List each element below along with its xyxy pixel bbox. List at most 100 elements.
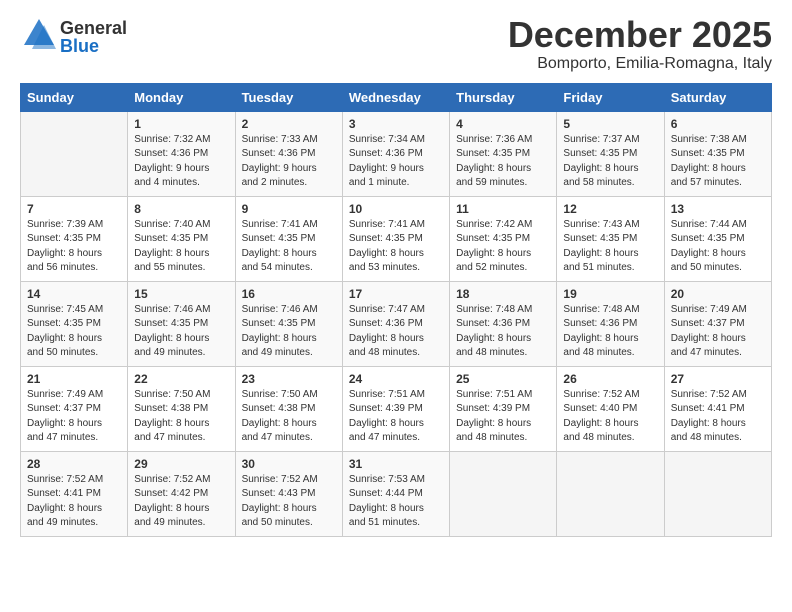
table-row: 16 Sunrise: 7:46 AMSunset: 4:35 PMDayligh… xyxy=(235,281,342,366)
day-info: Sunrise: 7:45 AMSunset: 4:35 PMDaylight:… xyxy=(27,303,121,361)
day-number: 4 xyxy=(456,117,550,131)
title-block: December 2025 Bomporto, Emilia-Romagna, … xyxy=(508,15,772,73)
table-row: 1Sunrise: 7:32 AMSunset: 4:36 PMDaylight… xyxy=(128,111,235,196)
table-row: 15 Sunrise: 7:46 AMSunset: 4:35 PMDayligh… xyxy=(128,281,235,366)
col-tuesday: Tuesday xyxy=(235,83,342,111)
day-info: Sunrise: 7:49 AMSunset: 4:37 PMDaylight:… xyxy=(27,388,121,446)
table-row xyxy=(21,111,128,196)
day-number: 28 xyxy=(27,457,121,471)
day-number: 24 xyxy=(349,372,443,386)
col-friday: Friday xyxy=(557,83,664,111)
logo: General Blue xyxy=(20,15,127,58)
day-info: Sunrise: 7:46 AMSunset: 4:35 PMDaylight:… xyxy=(242,303,336,361)
day-info: Sunrise: 7:52 AMSunset: 4:41 PMDaylight:… xyxy=(27,473,121,531)
col-sunday: Sunday xyxy=(21,83,128,111)
table-row: 28 Sunrise: 7:52 AMSunset: 4:41 PMDayligh… xyxy=(21,451,128,536)
day-info: Sunrise: 7:41 AMSunset: 4:35 PMDaylight:… xyxy=(242,218,336,276)
day-info: Sunrise: 7:36 AMSunset: 4:35 PMDaylight:… xyxy=(456,133,550,191)
day-info: Sunrise: 7:48 AMSunset: 4:36 PMDaylight:… xyxy=(456,303,550,361)
table-row: 20 Sunrise: 7:49 AMSunset: 4:37 PMDayligh… xyxy=(664,281,771,366)
day-info: Sunrise: 7:33 AMSunset: 4:36 PMDaylight:… xyxy=(242,133,336,191)
table-row: 11Sunrise: 7:42 AMSunset: 4:35 PMDayligh… xyxy=(450,196,557,281)
table-row xyxy=(664,451,771,536)
day-number: 15 xyxy=(134,287,228,301)
day-info: Sunrise: 7:52 AMSunset: 4:41 PMDaylight:… xyxy=(671,388,765,446)
table-row: 31 Sunrise: 7:53 AMSunset: 4:44 PMDayligh… xyxy=(342,451,449,536)
day-number: 1 xyxy=(134,117,228,131)
table-row: 30 Sunrise: 7:52 AMSunset: 4:43 PMDayligh… xyxy=(235,451,342,536)
calendar-week-row: 7 Sunrise: 7:39 AMSunset: 4:35 PMDaylight… xyxy=(21,196,772,281)
logo-icon xyxy=(20,15,58,58)
day-info: Sunrise: 7:52 AMSunset: 4:42 PMDaylight:… xyxy=(134,473,228,531)
calendar-table: Sunday Monday Tuesday Wednesday Thursday… xyxy=(20,83,772,537)
day-number: 7 xyxy=(27,202,121,216)
page-container: General Blue December 2025 Bomporto, Emi… xyxy=(0,0,792,547)
table-row xyxy=(450,451,557,536)
day-info: Sunrise: 7:39 AMSunset: 4:35 PMDaylight:… xyxy=(27,218,121,276)
day-number: 14 xyxy=(27,287,121,301)
table-row: 3 Sunrise: 7:34 AMSunset: 4:36 PMDaylight… xyxy=(342,111,449,196)
day-number: 31 xyxy=(349,457,443,471)
col-saturday: Saturday xyxy=(664,83,771,111)
logo-blue-text: Blue xyxy=(60,37,127,55)
day-info: Sunrise: 7:37 AMSunset: 4:35 PMDaylight:… xyxy=(563,133,657,191)
day-info: Sunrise: 7:50 AMSunset: 4:38 PMDaylight:… xyxy=(134,388,228,446)
calendar-week-row: 21 Sunrise: 7:49 AMSunset: 4:37 PMDayligh… xyxy=(21,366,772,451)
day-info: Sunrise: 7:48 AMSunset: 4:36 PMDaylight:… xyxy=(563,303,657,361)
day-number: 17 xyxy=(349,287,443,301)
day-info: Sunrise: 7:41 AMSunset: 4:35 PMDaylight:… xyxy=(349,218,443,276)
table-row: 26 Sunrise: 7:52 AMSunset: 4:40 PMDayligh… xyxy=(557,366,664,451)
day-number: 25 xyxy=(456,372,550,386)
day-number: 26 xyxy=(563,372,657,386)
table-row: 4 Sunrise: 7:36 AMSunset: 4:35 PMDaylight… xyxy=(450,111,557,196)
day-info: Sunrise: 7:51 AMSunset: 4:39 PMDaylight:… xyxy=(349,388,443,446)
day-number: 20 xyxy=(671,287,765,301)
day-info: Sunrise: 7:50 AMSunset: 4:38 PMDaylight:… xyxy=(242,388,336,446)
calendar-week-row: 1Sunrise: 7:32 AMSunset: 4:36 PMDaylight… xyxy=(21,111,772,196)
day-info: Sunrise: 7:44 AMSunset: 4:35 PMDaylight:… xyxy=(671,218,765,276)
logo-text: General Blue xyxy=(60,19,127,55)
table-row: 18Sunrise: 7:48 AMSunset: 4:36 PMDayligh… xyxy=(450,281,557,366)
day-info: Sunrise: 7:47 AMSunset: 4:36 PMDaylight:… xyxy=(349,303,443,361)
day-info: Sunrise: 7:42 AMSunset: 4:35 PMDaylight:… xyxy=(456,218,550,276)
table-row xyxy=(557,451,664,536)
day-number: 9 xyxy=(242,202,336,216)
table-row: 12 Sunrise: 7:43 AMSunset: 4:35 PMDayligh… xyxy=(557,196,664,281)
day-number: 22 xyxy=(134,372,228,386)
calendar-header-row: Sunday Monday Tuesday Wednesday Thursday… xyxy=(21,83,772,111)
table-row: 17 Sunrise: 7:47 AMSunset: 4:36 PMDayligh… xyxy=(342,281,449,366)
day-info: Sunrise: 7:49 AMSunset: 4:37 PMDaylight:… xyxy=(671,303,765,361)
day-info: Sunrise: 7:46 AMSunset: 4:35 PMDaylight:… xyxy=(134,303,228,361)
day-number: 12 xyxy=(563,202,657,216)
day-info: Sunrise: 7:51 AMSunset: 4:39 PMDaylight:… xyxy=(456,388,550,446)
day-info: Sunrise: 7:52 AMSunset: 4:43 PMDaylight:… xyxy=(242,473,336,531)
day-number: 21 xyxy=(27,372,121,386)
calendar-week-row: 14 Sunrise: 7:45 AMSunset: 4:35 PMDayligh… xyxy=(21,281,772,366)
day-info: Sunrise: 7:43 AMSunset: 4:35 PMDaylight:… xyxy=(563,218,657,276)
day-number: 16 xyxy=(242,287,336,301)
day-number: 27 xyxy=(671,372,765,386)
day-number: 23 xyxy=(242,372,336,386)
table-row: 19 Sunrise: 7:48 AMSunset: 4:36 PMDayligh… xyxy=(557,281,664,366)
logo-general-text: General xyxy=(60,19,127,37)
table-row: 24 Sunrise: 7:51 AMSunset: 4:39 PMDayligh… xyxy=(342,366,449,451)
col-thursday: Thursday xyxy=(450,83,557,111)
table-row: 9 Sunrise: 7:41 AMSunset: 4:35 PMDaylight… xyxy=(235,196,342,281)
day-number: 2 xyxy=(242,117,336,131)
day-info: Sunrise: 7:53 AMSunset: 4:44 PMDaylight:… xyxy=(349,473,443,531)
col-monday: Monday xyxy=(128,83,235,111)
day-info: Sunrise: 7:34 AMSunset: 4:36 PMDaylight:… xyxy=(349,133,443,191)
day-info: Sunrise: 7:52 AMSunset: 4:40 PMDaylight:… xyxy=(563,388,657,446)
table-row: 23 Sunrise: 7:50 AMSunset: 4:38 PMDayligh… xyxy=(235,366,342,451)
day-number: 3 xyxy=(349,117,443,131)
table-row: 29Sunrise: 7:52 AMSunset: 4:42 PMDayligh… xyxy=(128,451,235,536)
location: Bomporto, Emilia-Romagna, Italy xyxy=(508,55,772,73)
day-number: 30 xyxy=(242,457,336,471)
table-row: 6Sunrise: 7:38 AMSunset: 4:35 PMDaylight… xyxy=(664,111,771,196)
day-number: 13 xyxy=(671,202,765,216)
table-row: 22 Sunrise: 7:50 AMSunset: 4:38 PMDayligh… xyxy=(128,366,235,451)
table-row: 5Sunrise: 7:37 AMSunset: 4:35 PMDaylight… xyxy=(557,111,664,196)
table-row: 21 Sunrise: 7:49 AMSunset: 4:37 PMDayligh… xyxy=(21,366,128,451)
table-row: 10Sunrise: 7:41 AMSunset: 4:35 PMDayligh… xyxy=(342,196,449,281)
day-number: 19 xyxy=(563,287,657,301)
